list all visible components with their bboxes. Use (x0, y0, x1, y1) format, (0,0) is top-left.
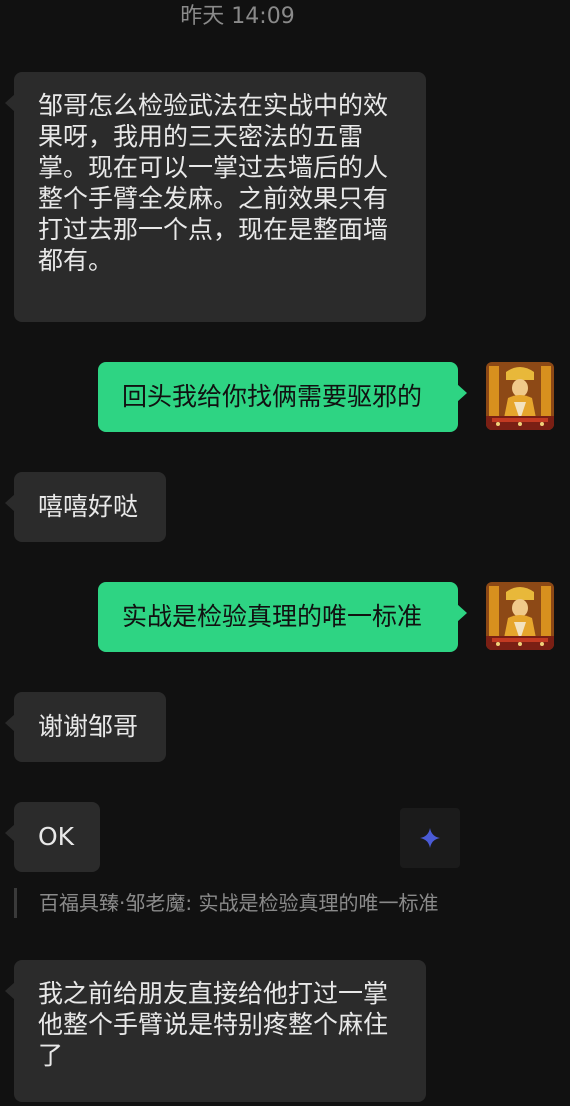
message-text: 回头我给你找俩需要驱邪的 (122, 382, 423, 411)
deity-figure-avatar-icon (486, 362, 554, 430)
message-text: 邹哥怎么检验武法在实战中的效果呀，我用的三天密法的五雷掌。现在可以一掌过去墙后的… (38, 91, 389, 275)
deity-figure-avatar-icon (486, 582, 554, 650)
message-bubble-incoming[interactable]: 我之前给朋友直接给他打过一掌他整个手臂说是特别疼整个麻住了 (5, 960, 426, 1102)
quoted-reply-text: 百福具臻·邹老魔: 实战是检验真理的唯一标准 (39, 891, 439, 915)
message-bubble-incoming[interactable]: 邹哥怎么检验武法在实战中的效果呀，我用的三天密法的五雷掌。现在可以一掌过去墙后的… (5, 72, 426, 322)
chat-timestamp: 昨天 14:09 (180, 4, 295, 29)
message-text: 谢谢邹哥 (38, 712, 139, 741)
quoted-reply[interactable]: 百福具臻·邹老魔: 实战是检验真理的唯一标准 (14, 888, 438, 918)
message-text: 嘻嘻好哒 (38, 492, 139, 521)
message-text: 我之前给朋友直接给他打过一掌他整个手臂说是特别疼整个麻住了 (38, 979, 389, 1070)
message-bubble-incoming[interactable]: OK (5, 802, 100, 872)
message-bubble-incoming[interactable]: 嘻嘻好哒 (5, 472, 166, 542)
sparkle-icon (420, 828, 440, 848)
message-text: 实战是检验真理的唯一标准 (122, 602, 423, 631)
message-bubble-incoming[interactable]: 谢谢邹哥 (5, 692, 166, 762)
avatar[interactable] (486, 362, 554, 430)
message-bubble-outgoing[interactable]: 实战是检验真理的唯一标准 (98, 582, 467, 652)
message-text: OK (38, 822, 75, 851)
message-bubble-outgoing[interactable]: 回头我给你找俩需要驱邪的 (98, 362, 467, 432)
sparkle-button[interactable] (400, 808, 460, 868)
avatar[interactable] (486, 582, 554, 650)
